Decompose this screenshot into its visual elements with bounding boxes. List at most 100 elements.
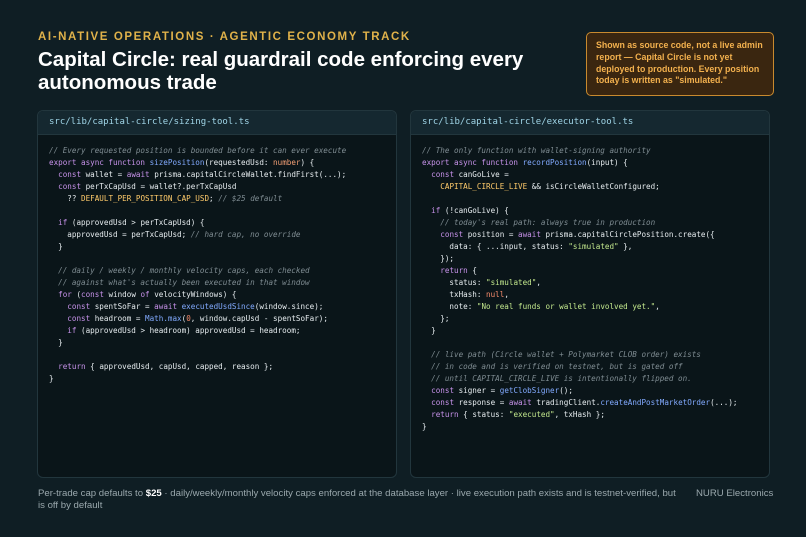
code-token: }	[422, 326, 436, 335]
code-line: CAPITAL_CIRCLE_LIVE && isCircleWalletCon…	[422, 181, 769, 193]
code-token: (requestedUsd:	[204, 158, 274, 167]
code-token: recordPosition	[522, 158, 587, 167]
code-token: note:	[422, 302, 477, 311]
code-token: "executed"	[508, 410, 555, 419]
code-token: // $25 default	[218, 194, 283, 203]
code-line: }	[422, 421, 769, 433]
code-token: }	[422, 422, 427, 431]
page-title: Capital Circle: real guardrail code enfo…	[38, 48, 524, 94]
footer-prefix: Per-trade cap defaults to	[38, 488, 146, 499]
code-line: if (!canGoLive) {	[422, 205, 769, 217]
code-token: const	[58, 182, 86, 191]
code-token: && isCircleWalletConfigured;	[527, 182, 660, 191]
code-token: response =	[458, 398, 509, 407]
code-token: ??	[49, 194, 82, 203]
file-path-executor-tool: src/lib/capital-circle/executor-tool.ts	[411, 111, 769, 135]
code-line: return {	[422, 265, 769, 277]
code-token: // against what's actually been executed…	[49, 278, 310, 287]
code-token: return	[58, 362, 91, 371]
code-line: // until CAPITAL_CIRCLE_LIVE is intentio…	[422, 373, 769, 385]
code-panel-sizing-tool: src/lib/capital-circle/sizing-tool.ts //…	[37, 110, 397, 478]
code-line: data: { ...input, status: "simulated" },	[422, 241, 769, 253]
code-line: // against what's actually been executed…	[49, 277, 396, 289]
code-token: , window.capUsd - spentSoFar);	[190, 314, 328, 323]
code-line: // daily / weekly / monthly velocity cap…	[49, 265, 396, 277]
code-token: wallet =	[85, 170, 127, 179]
code-line: // Every requested position is bounded b…	[49, 145, 396, 157]
code-line: }	[49, 337, 396, 349]
code-token: of	[140, 290, 155, 299]
code-token: (approvedUsd > perTxCapUsd) {	[71, 218, 205, 227]
code-token: canGoLive =	[458, 170, 509, 179]
code-line: }	[49, 241, 396, 253]
code-token: approvedUsd = perTxCapUsd;	[49, 230, 191, 239]
code-token: null	[486, 290, 505, 299]
code-token: // in code and is verified on testnet, b…	[422, 362, 683, 371]
code-token: await	[126, 170, 155, 179]
code-token: { approvedUsd, capUsd, capped, reason };	[90, 362, 274, 371]
kicker-label: AI-NATIVE OPERATIONS · AGENTIC ECONOMY T…	[38, 31, 411, 43]
code-token: const	[431, 398, 459, 407]
code-token: spentSoFar =	[94, 302, 155, 311]
code-line: const response = await tradingClient.cre…	[422, 397, 769, 409]
code-token: return	[440, 266, 473, 275]
code-line: const wallet = await prisma.capitalCircl…	[49, 169, 396, 181]
code-block-sizing-tool: // Every requested position is bounded b…	[38, 135, 396, 385]
code-token: perTxCapUsd = wallet?.perTxCapUsd	[85, 182, 237, 191]
code-token: Math.max	[145, 314, 182, 323]
code-token: CAPITAL_CIRCLE_LIVE	[440, 182, 528, 191]
code-token: // daily / weekly / monthly velocity cap…	[49, 266, 310, 275]
deployment-notice: Shown as source code, not a live admin r…	[586, 32, 774, 97]
file-path-sizing-tool: src/lib/capital-circle/sizing-tool.ts	[38, 111, 396, 135]
code-line: note: "No real funds or wallet involved …	[422, 301, 769, 313]
code-line: return { status: "executed", txHash };	[422, 409, 769, 421]
code-line: txHash: null,	[422, 289, 769, 301]
code-token: ,	[504, 290, 509, 299]
code-token: signer =	[458, 386, 500, 395]
code-line: if (approvedUsd > perTxCapUsd) {	[49, 217, 396, 229]
code-token: ,	[655, 302, 660, 311]
code-token: const	[431, 386, 459, 395]
code-token: { status:	[463, 410, 509, 419]
code-token: for	[58, 290, 77, 299]
code-token: },	[618, 242, 633, 251]
code-block-executor-tool: // The only function with wallet-signing…	[411, 135, 769, 433]
code-line: status: "simulated",	[422, 277, 769, 289]
code-token: sizePosition	[149, 158, 205, 167]
code-token: }	[49, 338, 63, 347]
code-line: approvedUsd = perTxCapUsd; // hard cap, …	[49, 229, 396, 241]
code-token: createAndPostMarketOrder	[600, 398, 711, 407]
code-token: };	[422, 314, 450, 323]
code-token: await	[518, 230, 546, 239]
code-token: if	[67, 326, 82, 335]
code-token: DEFAULT_PER_POSITION_CAP_USD	[81, 194, 210, 203]
code-line: const spentSoFar = await executedUsdSinc…	[49, 301, 396, 313]
code-token: "simulated"	[568, 242, 619, 251]
code-token: position =	[467, 230, 519, 239]
code-token: await	[154, 302, 182, 311]
code-token: // live path (Circle wallet + Polymarket…	[422, 350, 701, 359]
code-line: return { approvedUsd, capUsd, capped, re…	[49, 361, 396, 373]
code-line: });	[422, 253, 769, 265]
code-token: ();	[559, 386, 573, 395]
code-line: if (approvedUsd > headroom) approvedUsd …	[49, 325, 396, 337]
code-token: (window.since);	[254, 302, 324, 311]
code-token: return	[431, 410, 464, 419]
code-token: (!canGoLive) {	[444, 206, 509, 215]
code-token: const	[58, 170, 86, 179]
code-token: getClobSigner	[499, 386, 560, 395]
code-token: headroom =	[94, 314, 146, 323]
code-line: // live path (Circle wallet + Polymarket…	[422, 349, 769, 361]
